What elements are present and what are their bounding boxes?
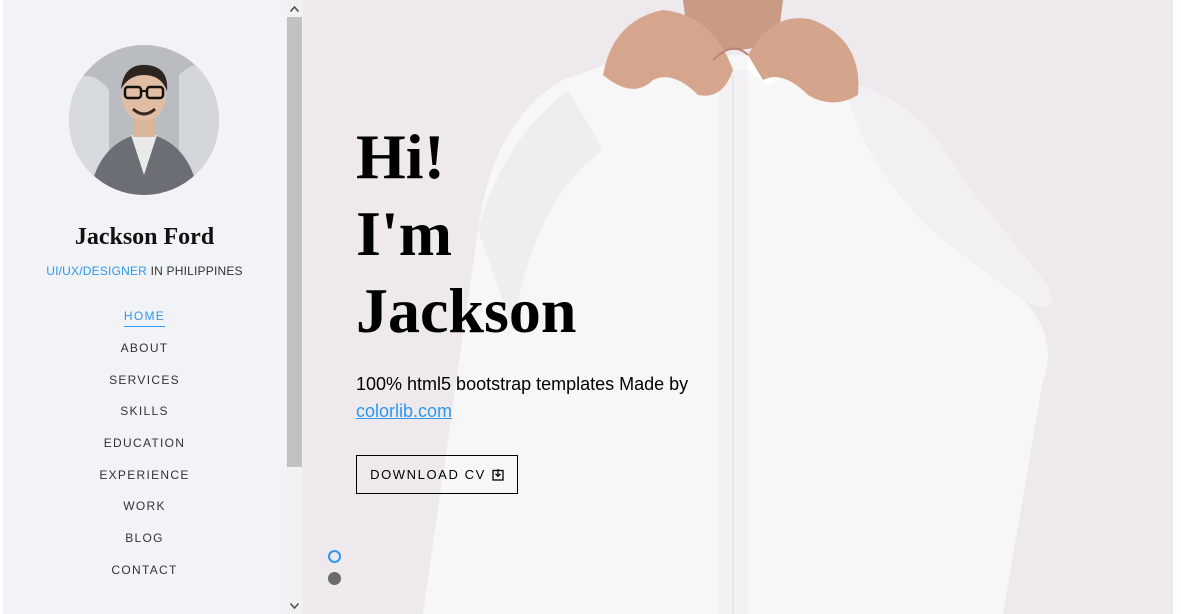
headline-line-1: Hi!: [356, 121, 445, 192]
nav-link-skills[interactable]: SKILLS: [120, 404, 169, 421]
hero-headline: Hi! I'm Jackson: [356, 118, 577, 349]
nav-link-work[interactable]: WORK: [123, 499, 166, 516]
sidebar: Jackson Ford UI/UX/DESIGNER IN PHILIPPIN…: [3, 0, 286, 614]
nav-link-home[interactable]: HOME: [123, 309, 166, 327]
slider-dot-1[interactable]: [328, 550, 341, 563]
download-icon: [492, 468, 504, 481]
download-cv-button[interactable]: DOWNLOAD CV: [356, 455, 518, 494]
nav-link-services[interactable]: SERVICES: [109, 373, 180, 390]
profile-role-location: IN PHILIPPINES: [147, 264, 243, 278]
scroll-down-button[interactable]: [286, 597, 303, 614]
nav-link-experience[interactable]: EXPERIENCE: [99, 468, 189, 485]
nav-item-about: ABOUT: [3, 334, 286, 366]
nav-link-about[interactable]: ABOUT: [121, 341, 169, 358]
scroll-thumb[interactable]: [287, 17, 302, 467]
nav-item-work: WORK: [3, 492, 286, 524]
nav-item-skills: SKILLS: [3, 397, 286, 429]
nav-item-services: SERVICES: [3, 365, 286, 397]
avatar: [69, 45, 219, 195]
headline-line-2: I'm: [356, 198, 452, 269]
hero-subtext: 100% html5 bootstrap templates Made by c…: [356, 371, 716, 425]
profile-role: UI/UX/DESIGNER IN PHILIPPINES: [3, 264, 286, 278]
nav-item-blog: BLOG: [3, 524, 286, 556]
page-right-edge: [1173, 0, 1181, 614]
nav-item-home: HOME: [3, 302, 286, 334]
chevron-down-icon: [290, 602, 299, 609]
sidebar-scrollbar[interactable]: [286, 0, 303, 614]
headline-line-3: Jackson: [356, 275, 577, 346]
scroll-up-button[interactable]: [286, 0, 303, 17]
hero-subtext-body: 100% html5 bootstrap templates Made by: [356, 374, 689, 394]
nav-link-blog[interactable]: BLOG: [125, 531, 164, 548]
nav-link-contact[interactable]: CONTACT: [111, 563, 177, 580]
nav-item-education: EDUCATION: [3, 429, 286, 461]
nav-item-experience: EXPERIENCE: [3, 460, 286, 492]
nav-item-contact: CONTACT: [3, 556, 286, 588]
profile-name: Jackson Ford: [74, 224, 215, 250]
nav-link-education[interactable]: EDUCATION: [104, 436, 185, 453]
main-nav: HOME ABOUT SERVICES SKILLS EDUCATION EXP…: [3, 302, 286, 587]
profile-role-title[interactable]: UI/UX/DESIGNER: [46, 264, 147, 278]
slider-dot-2[interactable]: [328, 572, 341, 585]
hero-slide: Hi! I'm Jackson 100% html5 bootstrap tem…: [303, 0, 1173, 614]
chevron-up-icon: [290, 5, 299, 12]
download-cv-label: DOWNLOAD CV: [370, 467, 486, 482]
colorlib-link[interactable]: colorlib.com: [356, 401, 452, 421]
